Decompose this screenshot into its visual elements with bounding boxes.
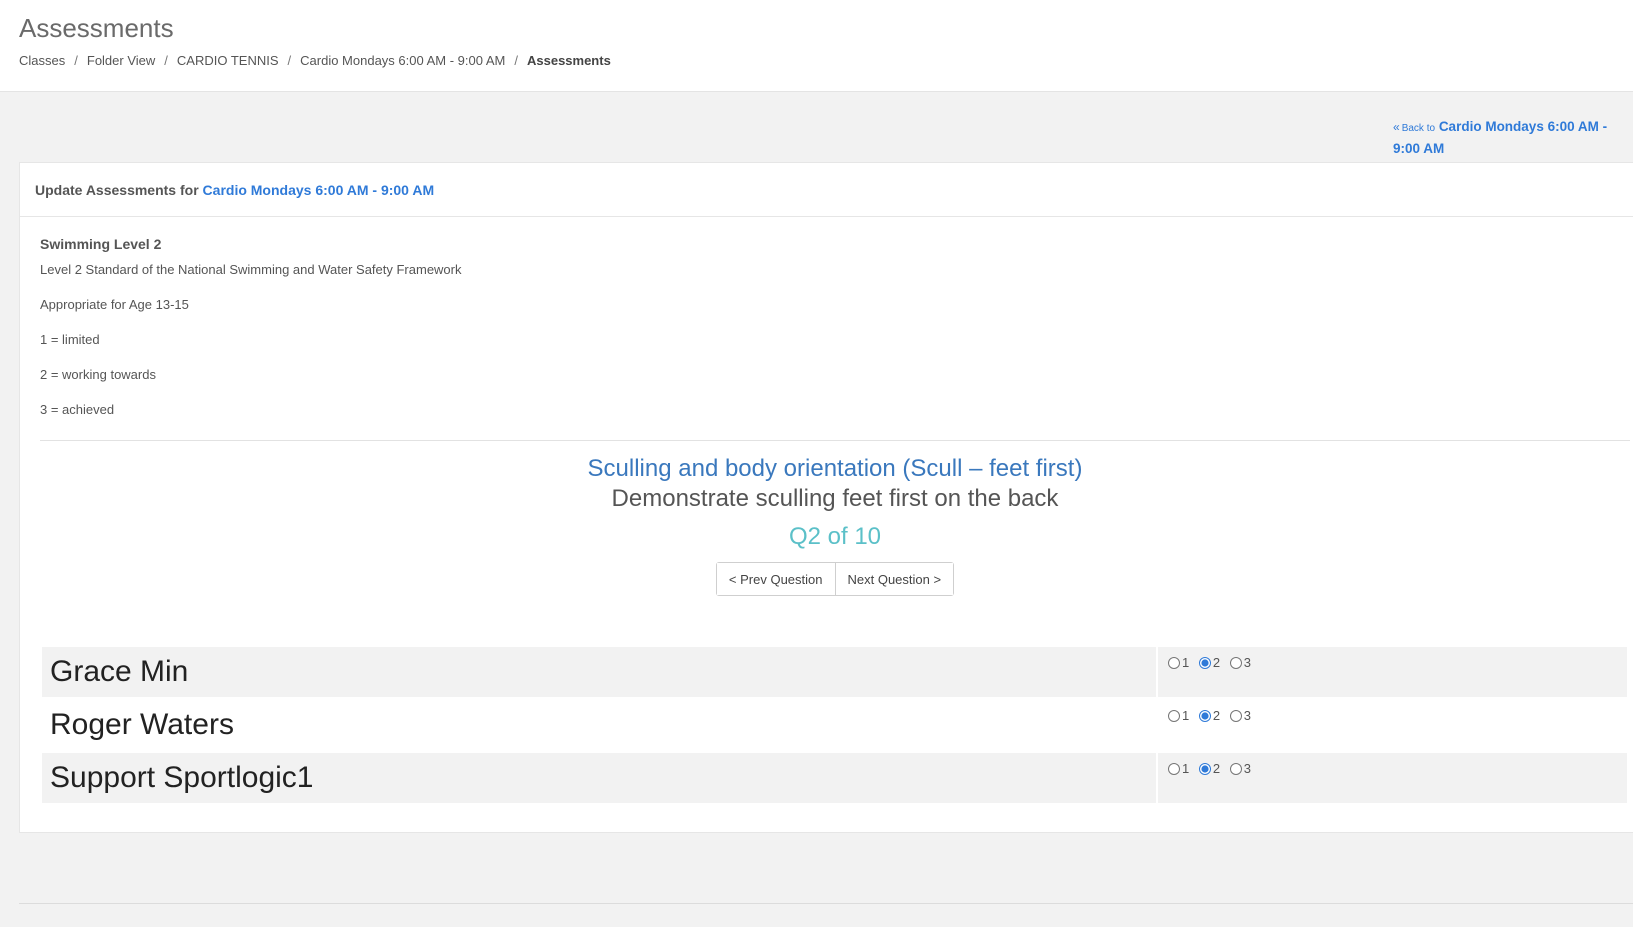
grade-option-3[interactable]: 3 bbox=[1229, 761, 1251, 776]
double-chevron-left-icon: « bbox=[1393, 120, 1400, 134]
breadcrumb-folder-view[interactable]: Folder View bbox=[87, 53, 155, 68]
grade-option-2[interactable]: 2 bbox=[1198, 761, 1221, 776]
grade-option-label: 3 bbox=[1243, 655, 1251, 670]
breadcrumb-separator: / bbox=[287, 53, 292, 68]
breadcrumb: Classes / Folder View / CARDIO TENNIS / Cardio… bbox=[19, 53, 611, 68]
panel-heading: Update Assessments for Cardio Mondays 6:… bbox=[20, 163, 1633, 217]
breadcrumb-class[interactable]: Cardio Mondays 6:00 AM - 9:00 AM bbox=[300, 53, 505, 68]
assessment-title: Swimming Level 2 bbox=[40, 236, 162, 252]
question-description: Demonstrate sculling feet first on the b… bbox=[611, 485, 1059, 512]
student-row: Roger Waters 1 2 3 bbox=[42, 700, 1627, 750]
grade-radio[interactable] bbox=[1198, 709, 1211, 722]
question-nav: < Prev Question Next Question > bbox=[715, 562, 955, 596]
assessment-description: Swimming Level 2 Level 2 Standard of the… bbox=[40, 236, 1630, 436]
page-header: Assessments Classes / Folder View / CARDIO T… bbox=[0, 0, 1633, 92]
grade-radio[interactable] bbox=[1168, 656, 1180, 669]
grade-radio[interactable] bbox=[1229, 762, 1242, 775]
page-title: Assessments bbox=[19, 13, 174, 43]
grade-radio[interactable] bbox=[1198, 656, 1211, 669]
grade-option-label: 1 bbox=[1182, 761, 1190, 776]
grade-radio[interactable] bbox=[1168, 762, 1180, 775]
breadcrumb-cardio-tennis[interactable]: CARDIO TENNIS bbox=[177, 53, 279, 68]
footer-divider bbox=[19, 903, 1633, 904]
question-title: Sculling and body orientation (Scull – f… bbox=[587, 455, 1083, 482]
grade-radio[interactable] bbox=[1229, 656, 1242, 669]
grade-options: 1 2 3 bbox=[1158, 700, 1627, 750]
grade-option-label: 1 bbox=[1182, 655, 1190, 670]
grade-option-label: 2 bbox=[1212, 655, 1221, 670]
assessment-panel: Update Assessments for Cardio Mondays 6:… bbox=[19, 162, 1633, 833]
divider bbox=[40, 440, 1630, 441]
assessment-line: Appropriate for Age 13-15 bbox=[40, 297, 189, 312]
prev-question-button[interactable]: < Prev Question bbox=[716, 563, 835, 595]
grade-option-3[interactable]: 3 bbox=[1229, 655, 1251, 670]
grade-option-label: 2 bbox=[1212, 708, 1221, 723]
student-list: Grace Min 1 2 3 Roger Waters 1 2 3 Suppo… bbox=[42, 647, 1627, 806]
student-row: Support Sportlogic1 1 2 3 bbox=[42, 753, 1627, 803]
grade-option-2[interactable]: 2 bbox=[1198, 708, 1221, 723]
back-to-class-link[interactable]: «Back to Cardio Mondays 6:00 AM - 9:00 A… bbox=[1393, 117, 1623, 159]
breadcrumb-classes[interactable]: Classes bbox=[19, 53, 65, 68]
breadcrumb-separator: / bbox=[514, 53, 518, 68]
panel-heading-class-link[interactable]: Cardio Mondays 6:00 AM - 9:00 AM bbox=[203, 182, 435, 198]
assessment-line: Level 2 Standard of the National Swimmin… bbox=[40, 262, 462, 277]
breadcrumb-separator: / bbox=[164, 53, 168, 68]
breadcrumb-current: Assessments bbox=[526, 53, 611, 68]
grade-option-label: 1 bbox=[1182, 708, 1190, 723]
grade-option-1[interactable]: 1 bbox=[1168, 655, 1189, 670]
grade-option-1[interactable]: 1 bbox=[1168, 761, 1189, 776]
grade-options: 1 2 3 bbox=[1158, 647, 1627, 697]
grade-option-label: 3 bbox=[1243, 761, 1251, 776]
grade-option-3[interactable]: 3 bbox=[1229, 708, 1251, 723]
breadcrumb-separator: / bbox=[74, 53, 78, 68]
student-name: Support Sportlogic1 bbox=[42, 753, 1158, 803]
grade-radio[interactable] bbox=[1198, 762, 1211, 775]
assessment-line: 1 = limited bbox=[40, 332, 100, 347]
student-name: Roger Waters bbox=[42, 700, 1158, 750]
next-question-button[interactable]: Next Question > bbox=[834, 563, 954, 595]
grade-radio[interactable] bbox=[1168, 709, 1180, 722]
grade-option-label: 3 bbox=[1243, 708, 1251, 723]
grade-options: 1 2 3 bbox=[1158, 753, 1627, 803]
grade-option-1[interactable]: 1 bbox=[1168, 708, 1189, 723]
grade-radio[interactable] bbox=[1229, 709, 1242, 722]
assessment-line: 3 = achieved bbox=[40, 402, 115, 417]
student-name: Grace Min bbox=[42, 647, 1158, 697]
student-row: Grace Min 1 2 3 bbox=[42, 647, 1627, 697]
question-block: Sculling and body orientation (Scull – f… bbox=[40, 454, 1630, 596]
question-counter: Q2 of 10 bbox=[788, 523, 882, 550]
grade-option-label: 2 bbox=[1212, 761, 1221, 776]
panel-heading-prefix: Update Assessments for bbox=[35, 182, 199, 198]
grade-option-2[interactable]: 2 bbox=[1198, 655, 1221, 670]
back-link-prefix: Back to bbox=[1401, 123, 1436, 134]
assessment-line: 2 = working towards bbox=[40, 367, 156, 382]
